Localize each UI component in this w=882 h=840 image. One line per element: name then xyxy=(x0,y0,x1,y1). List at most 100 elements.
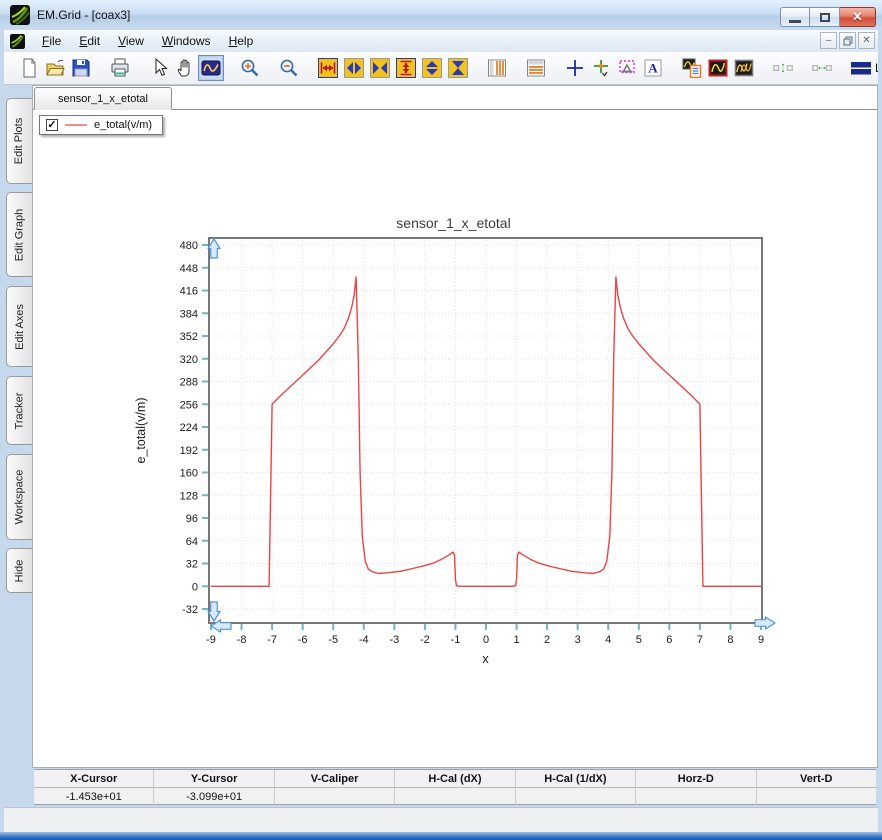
x-tick-label: 0 xyxy=(483,634,489,646)
text-a-icon: A xyxy=(643,58,663,78)
window-title: EM.Grid - [coax3] xyxy=(37,8,131,22)
caliper-button[interactable] xyxy=(614,55,640,81)
save-file-button[interactable] xyxy=(68,55,94,81)
link-vertical-button[interactable] xyxy=(770,55,796,81)
single-plot-button[interactable] xyxy=(705,55,731,81)
child-minimize-icon: – xyxy=(825,35,832,46)
toolbar: A Layout xyxy=(4,52,878,85)
legend-toggle-button[interactable] xyxy=(679,55,705,81)
stretch-horizontal-button[interactable] xyxy=(341,55,367,81)
y-tick-label: 224 xyxy=(180,422,198,434)
crosshair-button[interactable] xyxy=(562,55,588,81)
v-arrows-in-icon xyxy=(448,58,468,78)
status-col-y-cursor: Y-Cursor xyxy=(154,770,275,787)
col-stripes-icon xyxy=(487,58,507,78)
x-tick-label: 9 xyxy=(758,634,764,646)
zoom-out-icon xyxy=(279,58,299,78)
y-tick-label: 96 xyxy=(186,513,198,525)
x-tick-label: 6 xyxy=(666,634,672,646)
zoom-out-button[interactable] xyxy=(276,55,302,81)
compress-vertical-button[interactable] xyxy=(445,55,471,81)
status-value-5 xyxy=(636,788,757,805)
plot-area[interactable] xyxy=(209,238,762,623)
y-tick-label: 448 xyxy=(180,263,198,275)
menu-view[interactable]: View xyxy=(109,32,153,50)
pointer-icon xyxy=(149,58,169,78)
sidebar-tab-workspace[interactable]: Workspace xyxy=(6,454,32,540)
print-icon xyxy=(110,58,130,78)
status-col-x-cursor: X-Cursor xyxy=(34,770,155,787)
h-arrows-in-icon xyxy=(370,58,390,78)
sidebar-tab-hide[interactable]: Hide xyxy=(6,548,32,593)
sidebar-tab-edit-axes[interactable]: Edit Axes xyxy=(6,286,32,367)
layout-button[interactable]: Layout xyxy=(848,55,878,81)
print-button[interactable] xyxy=(107,55,133,81)
plot-select-button[interactable] xyxy=(198,55,224,81)
zoom-in-icon xyxy=(240,58,260,78)
menu-items: File Edit View Windows Help xyxy=(33,32,262,50)
status-col-v-caliper: V-Caliper xyxy=(275,770,396,787)
h-arrows-out-icon xyxy=(344,58,364,78)
x-axis-label: x xyxy=(482,651,489,666)
child-minimize-button[interactable]: – xyxy=(820,32,837,49)
menu-bar: File Edit View Windows Help – ✕ xyxy=(4,30,878,52)
compress-horizontal-button[interactable] xyxy=(367,55,393,81)
y-tick-label: 352 xyxy=(180,331,198,343)
v-link-icon xyxy=(773,58,793,78)
document-tab[interactable]: sensor_1_x_etotal xyxy=(34,87,172,110)
sidebar-tab-label: Hide xyxy=(13,559,26,582)
multi-plot-button[interactable] xyxy=(731,55,757,81)
crosshair-icon xyxy=(565,58,585,78)
minimize-icon xyxy=(789,19,801,23)
expand-horizontal-button[interactable] xyxy=(315,55,341,81)
pan-hand-button[interactable] xyxy=(172,55,198,81)
close-button[interactable]: ✕ xyxy=(840,7,876,27)
sidebar-tab-label: Edit Plots xyxy=(13,117,26,165)
row-stripes-icon xyxy=(526,58,546,78)
link-horizontal-button[interactable] xyxy=(809,55,835,81)
x-tick-label: 4 xyxy=(605,634,611,646)
child-close-button[interactable]: ✕ xyxy=(858,32,875,49)
new-file-button[interactable] xyxy=(16,55,42,81)
plot-select-icon xyxy=(201,58,221,78)
child-close-icon: ✕ xyxy=(862,35,871,46)
sidebar-tab-edit-graph[interactable]: Edit Graph xyxy=(6,192,32,277)
horizontal-grid-stripes-button[interactable] xyxy=(523,55,549,81)
menu-windows[interactable]: Windows xyxy=(153,32,220,50)
minimize-button[interactable] xyxy=(780,7,810,27)
child-restore-icon xyxy=(843,36,852,45)
child-restore-button[interactable] xyxy=(839,32,856,49)
tracker-button[interactable] xyxy=(588,55,614,81)
x-tick-label: -7 xyxy=(267,634,277,646)
y-tick-label: 192 xyxy=(180,445,198,457)
vertical-grid-stripes-button[interactable] xyxy=(484,55,510,81)
chart[interactable]: -9 -8 -7 -6 -5 -4 -3 -2 -1 0 1 2 3 4 5 6 7 8 9 480 448 416 384… xyxy=(33,86,878,746)
menu-file[interactable]: File xyxy=(33,32,70,50)
expand-vertical-button[interactable] xyxy=(393,55,419,81)
text-annotation-button[interactable]: A xyxy=(640,55,666,81)
caliper-icon xyxy=(617,58,637,78)
open-file-button[interactable] xyxy=(42,55,68,81)
status-col-horz-d: Horz-D xyxy=(636,770,757,787)
close-icon: ✕ xyxy=(852,9,863,24)
x-tick-label: 5 xyxy=(636,634,642,646)
sidebar-tab-edit-plots[interactable]: Edit Plots xyxy=(6,98,32,184)
pointer-select-button[interactable] xyxy=(146,55,172,81)
app-logo-icon xyxy=(10,5,30,25)
x-tick-label: 3 xyxy=(575,634,581,646)
child-window-controls: – ✕ xyxy=(820,32,875,49)
menu-help[interactable]: Help xyxy=(220,32,263,50)
x-tick-label: 7 xyxy=(697,634,703,646)
x-tick-label: 1 xyxy=(513,634,519,646)
zoom-in-button[interactable] xyxy=(237,55,263,81)
status-bar: X-Cursor Y-Cursor V-Caliper H-Cal (dX) H-Cal… xyxy=(34,769,876,805)
maximize-button[interactable] xyxy=(810,7,840,27)
sidebar-tab-tracker[interactable]: Tracker xyxy=(6,376,32,445)
legend-checkbox[interactable]: ✓ xyxy=(46,119,58,131)
x-tick-label: -1 xyxy=(451,634,461,646)
menu-edit[interactable]: Edit xyxy=(70,32,109,50)
layout-icon xyxy=(851,58,871,78)
v-arrows-out-icon xyxy=(422,58,442,78)
stretch-vertical-button[interactable] xyxy=(419,55,445,81)
x-tick-label: -3 xyxy=(389,634,399,646)
